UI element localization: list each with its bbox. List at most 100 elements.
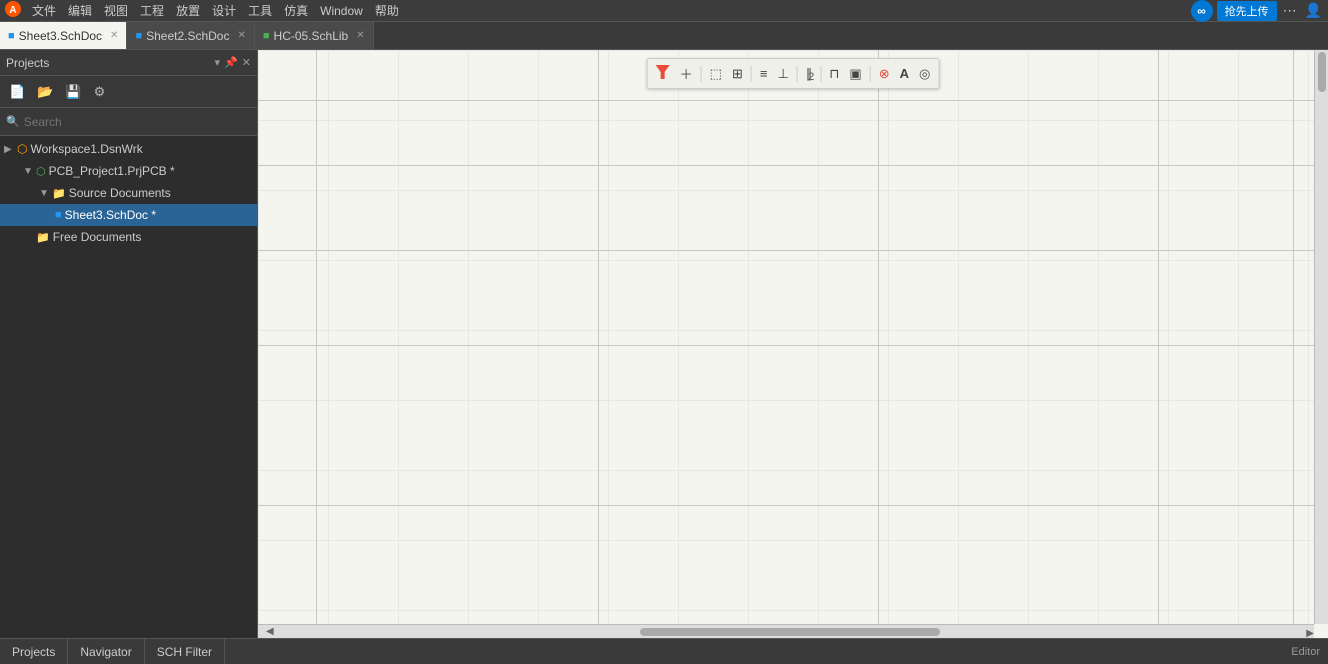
tab-bar: ■ Sheet3.SchDoc ✕ ■ Sheet2.SchDoc ✕ ■ HC… [0, 22, 1328, 50]
menu-bar: A 文件 编辑 视图 工程 放置 设计 工具 仿真 Window 帮助 ∞ 抢先… [0, 0, 1328, 22]
bottom-right: Editor [1291, 646, 1328, 658]
menu-help[interactable]: 帮助 [369, 2, 405, 19]
h-scroll-right-arrow[interactable]: ▶ [1306, 628, 1314, 639]
search-input[interactable] [24, 115, 251, 129]
select-tool-button[interactable]: ⬚ [706, 63, 726, 85]
settings-button[interactable]: ⚙ [89, 81, 111, 103]
filter-tool-button[interactable] [652, 62, 674, 85]
image-button[interactable]: ◎ [915, 63, 934, 85]
tab-hc05[interactable]: ■ HC-05.SchLib ✕ [255, 22, 374, 49]
panel-close-icon[interactable]: ✕ [242, 56, 251, 69]
tree-item-workspace[interactable]: ▶ ⬡ Workspace1.DsnWrk [0, 138, 257, 160]
app-logo: A [4, 0, 22, 21]
open-file-button[interactable]: 📂 [32, 81, 58, 103]
vertical-scrollbar[interactable] [1314, 50, 1328, 624]
panel-header: Projects ▾ 📌 ✕ [0, 50, 257, 76]
sep-1 [701, 66, 702, 82]
h-scroll-left-arrow[interactable]: ◀ [266, 626, 274, 637]
bottom-tab-projects-label: Projects [12, 645, 55, 659]
text-button[interactable]: A [896, 63, 913, 84]
net-label-container: ∥ 2 [802, 63, 817, 85]
power-button[interactable]: ⊓ [825, 63, 843, 85]
tree-arrow-workspace: ▶ [4, 144, 14, 155]
tab-hc05-close[interactable]: ✕ [356, 30, 364, 41]
horizontal-scrollbar[interactable]: ◀ ▶ [258, 624, 1314, 638]
add-tool-button[interactable]: ＋ [676, 61, 697, 86]
h-scroll-left: ◀ [266, 626, 274, 637]
free-folder-icon: 📁 [36, 231, 50, 244]
panel-pin-icon[interactable]: 📌 [224, 56, 238, 69]
row-sep-2 [258, 250, 1328, 251]
v-scrollbar-thumb[interactable] [1318, 52, 1326, 92]
bus-tool-button[interactable]: ≡ [756, 63, 772, 84]
pcb-icon: ⬡ [36, 165, 46, 178]
tree-item-sheet3[interactable]: ■ Sheet3.SchDoc * [0, 204, 257, 226]
folder-icon: 📁 [52, 187, 66, 200]
bottom-tab-navigator-label: Navigator [80, 645, 131, 659]
editor-area[interactable]: ＋ ⬚ ⊞ ≡ ⊥ ∥ 2 ⊓ ▣ ⊗ A ◎ ◀ [258, 50, 1328, 638]
user-icon[interactable]: 👤 [1303, 2, 1324, 19]
logo-circle: ∞ [1191, 0, 1213, 22]
tab-sheet2-label: Sheet2.SchDoc [146, 29, 229, 43]
save-button[interactable]: 💾 [60, 81, 86, 103]
panel-header-icons: ▾ 📌 ✕ [215, 56, 251, 69]
panel-dropdown-icon[interactable]: ▾ [215, 56, 221, 69]
sep-4 [820, 66, 821, 82]
component-button[interactable]: ▣ [845, 63, 865, 85]
menu-design[interactable]: 设计 [206, 2, 242, 19]
tab-sheet3-label: Sheet3.SchDoc [19, 29, 102, 43]
tree-item-pcbproject[interactable]: ▼ ⬡ PCB_Project1.PrjPCB * [0, 160, 257, 182]
panel-title: Projects [6, 56, 49, 70]
menu-file[interactable]: 文件 [26, 2, 62, 19]
row-sep-4 [258, 505, 1328, 506]
tree-item-source-docs[interactable]: ▼ 📁 Source Documents [0, 182, 257, 204]
new-file-button[interactable]: 📄 [4, 81, 30, 103]
schematic-grid [258, 50, 1328, 638]
h-scroll-right: ▶ [1306, 625, 1314, 639]
tab-sheet2-close[interactable]: ✕ [237, 30, 245, 41]
row-sep-3 [258, 345, 1328, 346]
menu-project[interactable]: 工程 [134, 2, 170, 19]
menu-tools[interactable]: 工具 [242, 2, 278, 19]
tab-sheet3[interactable]: ■ Sheet3.SchDoc ✕ [0, 22, 127, 49]
bottom-tab-projects[interactable]: Projects [0, 639, 68, 664]
bottom-tab-sch-filter[interactable]: SCH Filter [145, 639, 225, 664]
tab-sheet2-icon: ■ [135, 30, 142, 42]
menu-simulate[interactable]: 仿真 [278, 2, 314, 19]
pcbproject-label: PCB_Project1.PrjPCB * [49, 164, 175, 178]
menu-place[interactable]: 放置 [170, 2, 206, 19]
tab-sheet2[interactable]: ■ Sheet2.SchDoc ✕ [127, 22, 254, 49]
search-icon: 🔍 [6, 115, 20, 128]
col-sep-3 [1158, 50, 1159, 638]
tab-sheet3-close[interactable]: ✕ [110, 30, 118, 41]
wire-grid-button[interactable]: ⊞ [728, 63, 747, 85]
free-docs-label: Free Documents [53, 230, 142, 244]
editor-label: Editor [1291, 646, 1320, 658]
tree-arrow-pcb: ▼ [23, 166, 33, 177]
junction-button[interactable]: ⊥ [773, 63, 792, 85]
menu-view[interactable]: 视图 [98, 2, 134, 19]
workspace-icon: ⬡ [17, 142, 27, 156]
bottom-bar: Projects Navigator SCH Filter Editor [0, 638, 1328, 664]
tree-arrow-source: ▼ [39, 188, 49, 199]
bottom-tab-navigator[interactable]: Navigator [68, 639, 144, 664]
menu-toggle-icon[interactable]: ⋯ [1281, 2, 1299, 19]
svg-text:A: A [9, 5, 16, 16]
editor-toolbar: ＋ ⬚ ⊞ ≡ ⊥ ∥ 2 ⊓ ▣ ⊗ A ◎ [647, 58, 940, 89]
no-erc-button[interactable]: ⊗ [875, 63, 894, 85]
sep-2 [751, 66, 752, 82]
bottom-tab-sch-filter-label: SCH Filter [157, 645, 212, 659]
menu-window[interactable]: Window [314, 4, 369, 18]
menu-edit[interactable]: 编辑 [62, 2, 98, 19]
cloud-upload-button[interactable]: 抢先上传 [1217, 1, 1277, 21]
sheet3-label: Sheet3.SchDoc * [65, 208, 156, 222]
tab-hc05-label: HC-05.SchLib [274, 29, 349, 43]
col-sep-0 [316, 50, 317, 638]
search-row: 🔍 [0, 108, 257, 136]
h-scroll-track [274, 628, 1307, 636]
tree-item-free-docs[interactable]: 📁 Free Documents [0, 226, 257, 248]
sep-5 [870, 66, 871, 82]
tree-container: ▶ ⬡ Workspace1.DsnWrk ▼ ⬡ PCB_Project1.P… [0, 136, 257, 638]
tool-number-badge: 2 [808, 71, 814, 83]
h-scrollbar-thumb[interactable] [640, 628, 940, 636]
